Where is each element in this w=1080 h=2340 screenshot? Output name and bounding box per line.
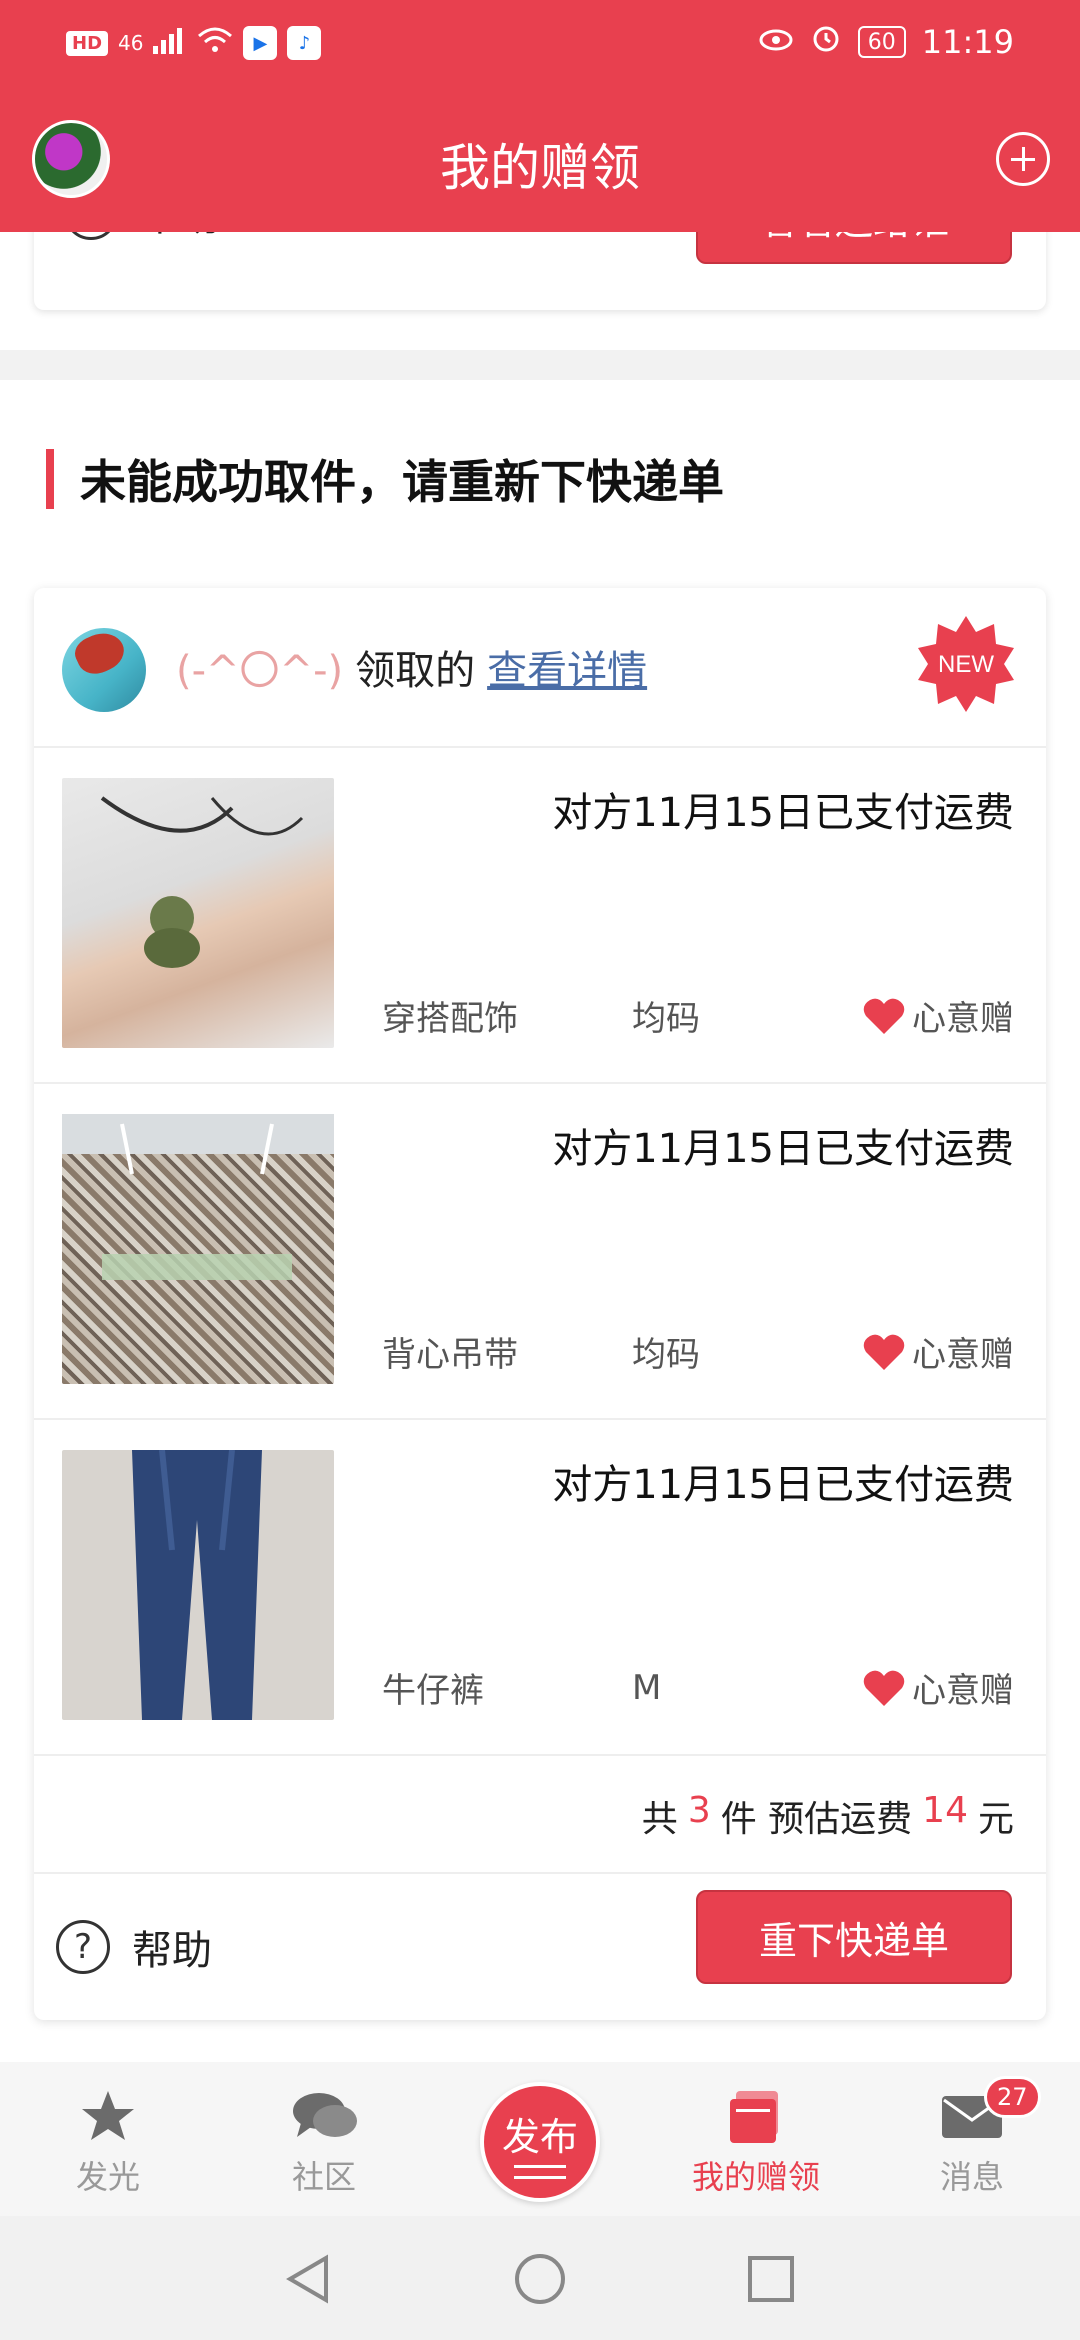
reorder-shipping-button[interactable]: 重下快递单 xyxy=(696,1890,1012,1984)
heart-icon xyxy=(863,1334,905,1370)
status-bar: HD 46 ▶ ♪ 60 11:19 xyxy=(0,0,1080,90)
help-icon: ? xyxy=(56,1920,110,1974)
summary-prefix: 共 xyxy=(641,1799,678,1840)
wifi-icon xyxy=(197,24,233,62)
cards-icon xyxy=(666,2082,846,2152)
item-thumbnail[interactable] xyxy=(62,1449,334,1720)
home-icon[interactable] xyxy=(513,2252,567,2306)
video-app-icon: ▶ xyxy=(243,26,278,60)
publish-button[interactable]: 发布 xyxy=(480,2082,600,2202)
gift-type: 心意赠 xyxy=(862,1327,1014,1376)
list-item[interactable]: 对方11月15日已支付运费 穿搭配饰 均码 心意赠 xyxy=(34,748,1046,1084)
item-meta: 背心吊带 均码 心意赠 xyxy=(382,1327,1014,1376)
recents-icon[interactable] xyxy=(744,2252,798,2306)
order-card: (-^〇^-) 领取的 查看详情 NEW 对方11月15日已支付运费 穿搭配饰 … xyxy=(34,588,1046,2020)
item-count: 3 xyxy=(687,1790,711,1831)
signal-icon xyxy=(153,24,187,62)
action-text: 领取的 xyxy=(355,648,476,694)
shipping-fee: 14 xyxy=(922,1790,968,1831)
status-right: 60 11:19 xyxy=(758,22,1014,62)
receiver-nickname[interactable]: (-^〇^-) xyxy=(176,638,343,696)
hd-indicator: HD xyxy=(66,30,109,56)
section-title-text: 未能成功取件，请重新下快递单 xyxy=(80,455,724,509)
gift-type-label: 心意赠 xyxy=(912,999,1014,1039)
item-size: 均码 xyxy=(632,999,700,1039)
item-status: 对方11月15日已支付运费 xyxy=(552,790,1014,836)
fee-unit: 元 xyxy=(977,1799,1014,1840)
nav-label: 消息 xyxy=(939,2158,1004,2196)
new-badge: NEW xyxy=(916,614,1016,714)
nav-item-glow[interactable]: 发光 xyxy=(18,2082,198,2198)
item-category: 背心吊带 xyxy=(382,1335,518,1375)
alarm-icon xyxy=(810,22,842,62)
signal-label: 46 xyxy=(118,31,144,55)
item-status: 对方11月15日已支付运费 xyxy=(552,1126,1014,1172)
nav-label: 社区 xyxy=(291,2158,356,2196)
battery-indicator: 60 xyxy=(857,26,906,58)
clock: 11:19 xyxy=(921,23,1014,61)
music-app-icon: ♪ xyxy=(287,26,322,60)
nav-label: 发光 xyxy=(75,2158,140,2196)
back-icon[interactable] xyxy=(282,2252,336,2306)
section-title: 未能成功取件，请重新下快递单 xyxy=(46,446,724,512)
gift-type-label: 心意赠 xyxy=(912,1335,1014,1375)
item-size: M xyxy=(632,1667,662,1708)
eye-icon xyxy=(758,23,794,61)
item-category: 牛仔裤 xyxy=(382,1671,484,1711)
content-area: ? 帮助 看看送给谁 未能成功取件，请重新下快递单 (-^〇^-) 领取的 查看… xyxy=(0,170,1080,2062)
bottom-nav: 发光 社区 发布 我的赠领 消息 27 xyxy=(0,2062,1080,2216)
publish-icon xyxy=(514,2164,566,2179)
help-row[interactable]: ? 帮助 xyxy=(56,1918,212,1976)
new-badge-text: NEW xyxy=(938,651,994,678)
order-summary: 共 3 件 预估运费 14 元 xyxy=(34,1756,1046,1874)
top-bar: HD 46 ▶ ♪ 60 11:19 我的赠领 xyxy=(0,0,1080,232)
publish-label: 发布 xyxy=(501,2114,578,2159)
list-item[interactable]: 对方11月15日已支付运费 牛仔裤 M 心意赠 xyxy=(34,1420,1046,1756)
list-item[interactable]: 对方11月15日已支付运费 背心吊带 均码 心意赠 xyxy=(34,1084,1046,1420)
chat-bubbles-icon xyxy=(234,2082,414,2152)
star-icon xyxy=(18,2082,198,2152)
add-button[interactable] xyxy=(996,132,1050,186)
count-unit: 件 预估运费 xyxy=(720,1799,913,1840)
nav-label: 我的赠领 xyxy=(691,2158,820,2196)
heart-icon xyxy=(863,1670,905,1706)
system-nav-bar xyxy=(0,2216,1080,2340)
item-status: 对方11月15日已支付运费 xyxy=(552,1462,1014,1508)
section-divider xyxy=(0,350,1080,380)
item-meta: 牛仔裤 M 心意赠 xyxy=(382,1663,1014,1712)
item-meta: 穿搭配饰 均码 心意赠 xyxy=(382,991,1014,1040)
item-thumbnail[interactable] xyxy=(62,1114,334,1384)
message-count-badge: 27 xyxy=(984,2076,1041,2118)
card-header: (-^〇^-) 领取的 查看详情 NEW xyxy=(34,588,1046,748)
heart-icon xyxy=(863,998,905,1034)
help-label: 帮助 xyxy=(132,1928,212,1974)
item-category: 穿搭配饰 xyxy=(382,999,518,1039)
item-size: 均码 xyxy=(632,1335,700,1375)
header-text: (-^〇^-) 领取的 查看详情 xyxy=(176,638,647,696)
status-left: HD 46 ▶ ♪ xyxy=(66,24,322,62)
nav-item-messages[interactable]: 消息 27 xyxy=(882,2076,1062,2198)
title-accent-bar xyxy=(46,449,54,509)
view-detail-link[interactable]: 查看详情 xyxy=(487,638,647,696)
nav-item-my-gifts[interactable]: 我的赠领 xyxy=(666,2082,846,2198)
item-thumbnail[interactable] xyxy=(62,778,334,1048)
gift-type: 心意赠 xyxy=(862,1663,1014,1712)
nav-item-community[interactable]: 社区 xyxy=(234,2082,414,2198)
receiver-avatar[interactable] xyxy=(62,628,146,712)
page-title: 我的赠领 xyxy=(440,139,640,197)
gift-type: 心意赠 xyxy=(862,991,1014,1040)
summary-text: 共 3 件 预估运费 14 元 xyxy=(642,1790,1014,1842)
gift-type-label: 心意赠 xyxy=(912,1671,1014,1711)
